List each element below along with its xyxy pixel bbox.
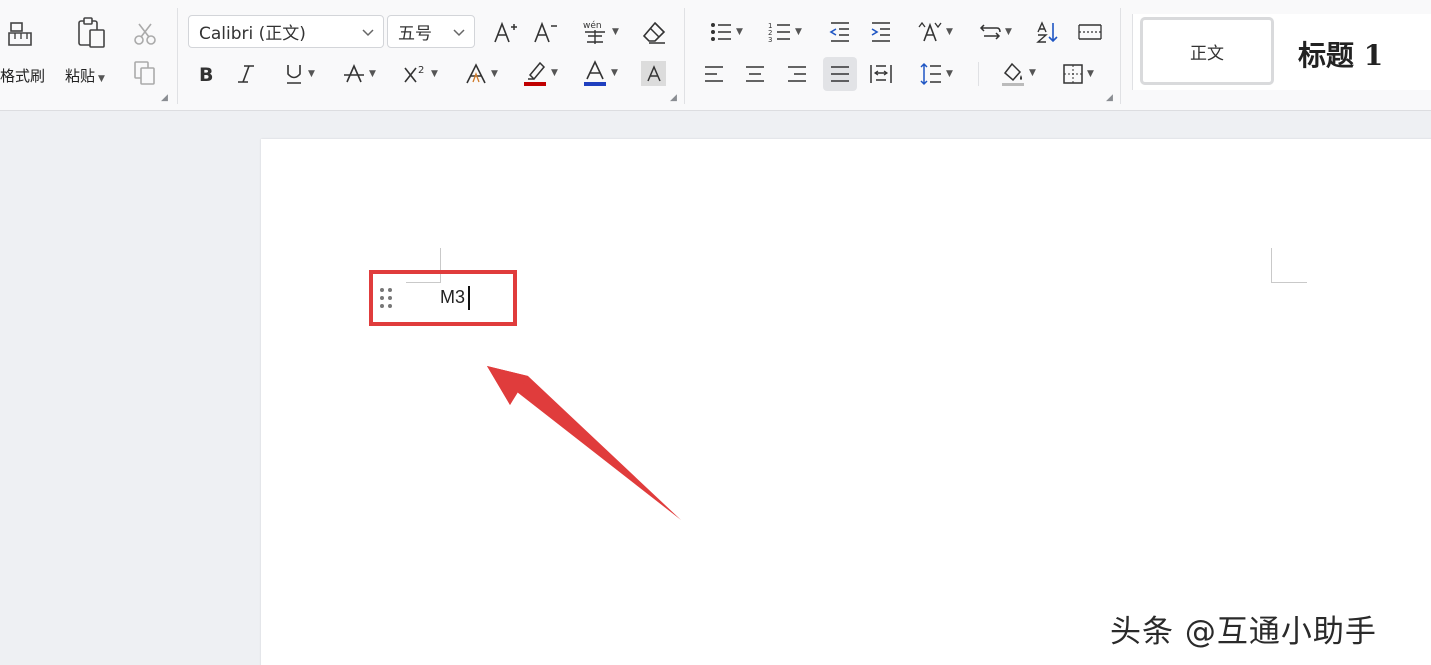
- watermark: 头条 @互通小助手: [1110, 614, 1377, 650]
- annotation-arrow-icon: [487, 366, 681, 520]
